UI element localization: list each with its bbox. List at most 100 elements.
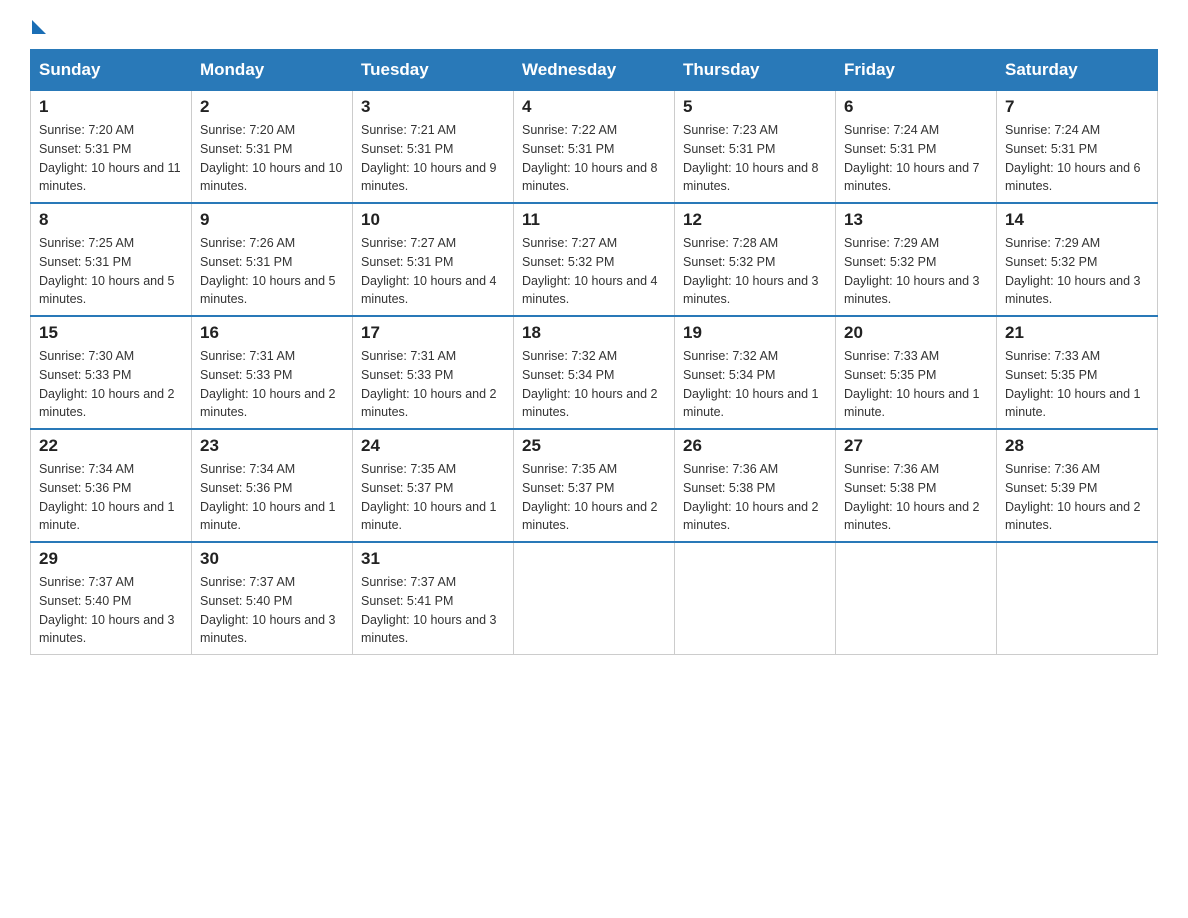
day-info: Sunrise: 7:28 AMSunset: 5:32 PMDaylight:… [683, 236, 819, 306]
table-row [836, 542, 997, 655]
logo-text [30, 20, 48, 34]
table-row: 24 Sunrise: 7:35 AMSunset: 5:37 PMDaylig… [353, 429, 514, 542]
table-row: 30 Sunrise: 7:37 AMSunset: 5:40 PMDaylig… [192, 542, 353, 655]
calendar-week-row: 8 Sunrise: 7:25 AMSunset: 5:31 PMDayligh… [31, 203, 1158, 316]
table-row: 20 Sunrise: 7:33 AMSunset: 5:35 PMDaylig… [836, 316, 997, 429]
table-row: 5 Sunrise: 7:23 AMSunset: 5:31 PMDayligh… [675, 91, 836, 204]
day-info: Sunrise: 7:30 AMSunset: 5:33 PMDaylight:… [39, 349, 175, 419]
day-number: 28 [1005, 436, 1149, 456]
day-number: 8 [39, 210, 183, 230]
day-number: 4 [522, 97, 666, 117]
table-row: 1 Sunrise: 7:20 AMSunset: 5:31 PMDayligh… [31, 91, 192, 204]
table-row [675, 542, 836, 655]
day-info: Sunrise: 7:32 AMSunset: 5:34 PMDaylight:… [683, 349, 819, 419]
day-info: Sunrise: 7:36 AMSunset: 5:38 PMDaylight:… [683, 462, 819, 532]
calendar-table: Sunday Monday Tuesday Wednesday Thursday… [30, 49, 1158, 655]
table-row: 2 Sunrise: 7:20 AMSunset: 5:31 PMDayligh… [192, 91, 353, 204]
page-header [30, 20, 1158, 39]
table-row: 8 Sunrise: 7:25 AMSunset: 5:31 PMDayligh… [31, 203, 192, 316]
table-row: 22 Sunrise: 7:34 AMSunset: 5:36 PMDaylig… [31, 429, 192, 542]
day-number: 2 [200, 97, 344, 117]
table-row: 12 Sunrise: 7:28 AMSunset: 5:32 PMDaylig… [675, 203, 836, 316]
day-number: 22 [39, 436, 183, 456]
calendar-week-row: 22 Sunrise: 7:34 AMSunset: 5:36 PMDaylig… [31, 429, 1158, 542]
table-row: 27 Sunrise: 7:36 AMSunset: 5:38 PMDaylig… [836, 429, 997, 542]
day-info: Sunrise: 7:31 AMSunset: 5:33 PMDaylight:… [361, 349, 497, 419]
day-number: 30 [200, 549, 344, 569]
col-sunday: Sunday [31, 50, 192, 91]
day-info: Sunrise: 7:20 AMSunset: 5:31 PMDaylight:… [200, 123, 342, 193]
day-number: 1 [39, 97, 183, 117]
table-row: 14 Sunrise: 7:29 AMSunset: 5:32 PMDaylig… [997, 203, 1158, 316]
table-row: 25 Sunrise: 7:35 AMSunset: 5:37 PMDaylig… [514, 429, 675, 542]
calendar-week-row: 1 Sunrise: 7:20 AMSunset: 5:31 PMDayligh… [31, 91, 1158, 204]
day-number: 16 [200, 323, 344, 343]
day-info: Sunrise: 7:36 AMSunset: 5:38 PMDaylight:… [844, 462, 980, 532]
day-info: Sunrise: 7:36 AMSunset: 5:39 PMDaylight:… [1005, 462, 1141, 532]
day-info: Sunrise: 7:32 AMSunset: 5:34 PMDaylight:… [522, 349, 658, 419]
day-number: 18 [522, 323, 666, 343]
table-row: 18 Sunrise: 7:32 AMSunset: 5:34 PMDaylig… [514, 316, 675, 429]
table-row: 3 Sunrise: 7:21 AMSunset: 5:31 PMDayligh… [353, 91, 514, 204]
day-number: 23 [200, 436, 344, 456]
day-info: Sunrise: 7:24 AMSunset: 5:31 PMDaylight:… [1005, 123, 1141, 193]
day-info: Sunrise: 7:29 AMSunset: 5:32 PMDaylight:… [844, 236, 980, 306]
day-number: 25 [522, 436, 666, 456]
day-number: 17 [361, 323, 505, 343]
calendar-week-row: 15 Sunrise: 7:30 AMSunset: 5:33 PMDaylig… [31, 316, 1158, 429]
day-number: 31 [361, 549, 505, 569]
table-row [997, 542, 1158, 655]
day-number: 15 [39, 323, 183, 343]
day-info: Sunrise: 7:35 AMSunset: 5:37 PMDaylight:… [522, 462, 658, 532]
day-number: 3 [361, 97, 505, 117]
day-number: 21 [1005, 323, 1149, 343]
day-info: Sunrise: 7:33 AMSunset: 5:35 PMDaylight:… [1005, 349, 1141, 419]
day-number: 12 [683, 210, 827, 230]
day-number: 7 [1005, 97, 1149, 117]
col-saturday: Saturday [997, 50, 1158, 91]
day-info: Sunrise: 7:24 AMSunset: 5:31 PMDaylight:… [844, 123, 980, 193]
table-row: 11 Sunrise: 7:27 AMSunset: 5:32 PMDaylig… [514, 203, 675, 316]
day-number: 26 [683, 436, 827, 456]
day-number: 11 [522, 210, 666, 230]
day-info: Sunrise: 7:25 AMSunset: 5:31 PMDaylight:… [39, 236, 175, 306]
table-row: 26 Sunrise: 7:36 AMSunset: 5:38 PMDaylig… [675, 429, 836, 542]
day-info: Sunrise: 7:37 AMSunset: 5:41 PMDaylight:… [361, 575, 497, 645]
col-tuesday: Tuesday [353, 50, 514, 91]
logo [30, 20, 48, 39]
day-info: Sunrise: 7:33 AMSunset: 5:35 PMDaylight:… [844, 349, 980, 419]
table-row: 29 Sunrise: 7:37 AMSunset: 5:40 PMDaylig… [31, 542, 192, 655]
day-number: 6 [844, 97, 988, 117]
calendar-week-row: 29 Sunrise: 7:37 AMSunset: 5:40 PMDaylig… [31, 542, 1158, 655]
logo-arrow-icon [32, 20, 46, 34]
table-row: 16 Sunrise: 7:31 AMSunset: 5:33 PMDaylig… [192, 316, 353, 429]
table-row: 28 Sunrise: 7:36 AMSunset: 5:39 PMDaylig… [997, 429, 1158, 542]
day-info: Sunrise: 7:23 AMSunset: 5:31 PMDaylight:… [683, 123, 819, 193]
day-number: 19 [683, 323, 827, 343]
day-info: Sunrise: 7:37 AMSunset: 5:40 PMDaylight:… [200, 575, 336, 645]
day-info: Sunrise: 7:31 AMSunset: 5:33 PMDaylight:… [200, 349, 336, 419]
calendar-header-row: Sunday Monday Tuesday Wednesday Thursday… [31, 50, 1158, 91]
table-row: 13 Sunrise: 7:29 AMSunset: 5:32 PMDaylig… [836, 203, 997, 316]
day-number: 24 [361, 436, 505, 456]
day-info: Sunrise: 7:20 AMSunset: 5:31 PMDaylight:… [39, 123, 181, 193]
day-number: 29 [39, 549, 183, 569]
table-row: 10 Sunrise: 7:27 AMSunset: 5:31 PMDaylig… [353, 203, 514, 316]
table-row: 31 Sunrise: 7:37 AMSunset: 5:41 PMDaylig… [353, 542, 514, 655]
table-row: 21 Sunrise: 7:33 AMSunset: 5:35 PMDaylig… [997, 316, 1158, 429]
table-row: 6 Sunrise: 7:24 AMSunset: 5:31 PMDayligh… [836, 91, 997, 204]
day-number: 13 [844, 210, 988, 230]
table-row: 7 Sunrise: 7:24 AMSunset: 5:31 PMDayligh… [997, 91, 1158, 204]
day-info: Sunrise: 7:35 AMSunset: 5:37 PMDaylight:… [361, 462, 497, 532]
day-number: 20 [844, 323, 988, 343]
day-number: 5 [683, 97, 827, 117]
day-info: Sunrise: 7:29 AMSunset: 5:32 PMDaylight:… [1005, 236, 1141, 306]
table-row: 15 Sunrise: 7:30 AMSunset: 5:33 PMDaylig… [31, 316, 192, 429]
day-info: Sunrise: 7:27 AMSunset: 5:32 PMDaylight:… [522, 236, 658, 306]
table-row [514, 542, 675, 655]
day-info: Sunrise: 7:34 AMSunset: 5:36 PMDaylight:… [200, 462, 336, 532]
day-number: 14 [1005, 210, 1149, 230]
day-info: Sunrise: 7:34 AMSunset: 5:36 PMDaylight:… [39, 462, 175, 532]
table-row: 9 Sunrise: 7:26 AMSunset: 5:31 PMDayligh… [192, 203, 353, 316]
table-row: 17 Sunrise: 7:31 AMSunset: 5:33 PMDaylig… [353, 316, 514, 429]
